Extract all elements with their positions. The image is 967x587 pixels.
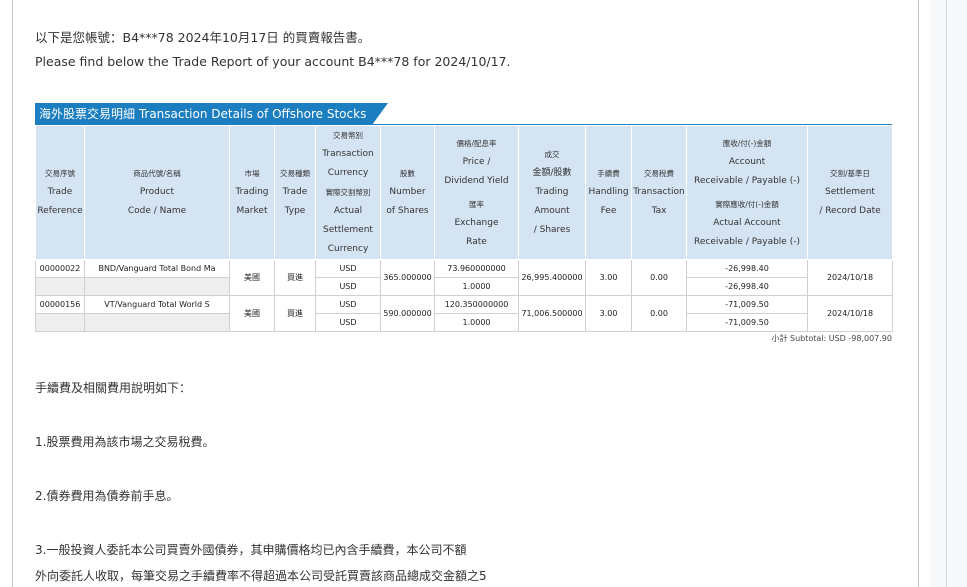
cell-type: 買進 bbox=[274, 259, 316, 296]
header-settlement: 交割/基準日 Settlement / Record Date bbox=[807, 125, 893, 260]
header-trade-ref: 交易序號 Trade Reference bbox=[35, 125, 85, 260]
cell-date: 2024/10/18 bbox=[807, 295, 893, 332]
cell-empty bbox=[35, 277, 85, 296]
header-market: 市場 Trading Market bbox=[229, 125, 275, 260]
cell-fx: 1.0000 bbox=[434, 313, 519, 332]
table-row: 00000156 VT/Vanguard Total World S 美國 買進… bbox=[35, 295, 893, 332]
header-receivable: 應收/付(-)金額 Account Receivable / Payable (… bbox=[686, 125, 808, 260]
cell-settle-currency: USD bbox=[315, 277, 381, 296]
intro-text-zh: 以下是您帳號：B4***78 2024年10月17日 的買賣報告書。 bbox=[35, 30, 371, 45]
left-border bbox=[12, 0, 13, 587]
cell-currency: USD bbox=[315, 259, 381, 278]
transaction-table: 交易序號 Trade Reference 商品代號/名稱 Product Cod… bbox=[35, 125, 893, 332]
cell-price: 120.350000000 bbox=[434, 295, 519, 314]
cell-receivable: -71,009.50 bbox=[686, 295, 808, 314]
cell-empty bbox=[35, 313, 85, 332]
note-3-line-2: 外向委託人收取，每筆交易之手續費率不得超過本公司受託買賣該商品總成交金額之5 bbox=[35, 569, 487, 583]
note-1: 1.股票費用為該市場之交易稅費。 bbox=[35, 435, 215, 449]
subtotal: 小計 Subtotal: USD -98,007.90 bbox=[771, 334, 892, 343]
right-border bbox=[918, 0, 919, 587]
cell-currency: USD bbox=[315, 295, 381, 314]
table-row-sub: USD 1.0000 -71,009.50 bbox=[35, 313, 893, 332]
scrollbar-track[interactable] bbox=[946, 0, 947, 587]
cell-amount: 26,995.400000 bbox=[518, 259, 586, 296]
notes-heading: 手續費及相關費用說明如下： bbox=[35, 381, 192, 395]
header-shares: 股數 Number of Shares bbox=[380, 125, 435, 260]
cell-shares: 590.000000 bbox=[380, 295, 435, 332]
cell-market: 美國 bbox=[229, 259, 275, 296]
cell-date: 2024/10/18 bbox=[807, 259, 893, 296]
cell-fee: 3.00 bbox=[585, 295, 632, 332]
cell-empty bbox=[84, 277, 230, 296]
cell-tax: 0.00 bbox=[631, 259, 687, 296]
note-3-line-1: 3.一般投資人委託本公司買賣外國債券，其申購價格均已內含手續費，本公司不額 bbox=[35, 543, 467, 557]
cell-ref: 00000022 bbox=[35, 259, 85, 278]
cell-empty bbox=[84, 313, 230, 332]
cell-product: VT/Vanguard Total World S bbox=[84, 295, 230, 314]
side-panel bbox=[930, 0, 967, 587]
header-trade-type: 交易種類 Trade Type bbox=[274, 125, 316, 260]
header-price: 價格/配息率 Price / Dividend Yield 匯率 Exchang… bbox=[434, 125, 519, 260]
cell-product: BND/Vanguard Total Bond Ma bbox=[84, 259, 230, 278]
header-tax: 交易稅費 Transaction Tax bbox=[631, 125, 687, 260]
cell-actual-receivable: -71,009.50 bbox=[686, 313, 808, 332]
cell-tax: 0.00 bbox=[631, 295, 687, 332]
table-row: 00000022 BND/Vanguard Total Bond Ma 美國 買… bbox=[35, 259, 893, 296]
note-2: 2.債券費用為債券前手息。 bbox=[35, 489, 179, 503]
cell-receivable: -26,998.40 bbox=[686, 259, 808, 278]
section-title-tab: 海外股票交易明細 Transaction Details of Offshore… bbox=[35, 103, 389, 125]
header-fee: 手續費 Handling Fee bbox=[585, 125, 632, 260]
cell-fx: 1.0000 bbox=[434, 277, 519, 296]
cell-amount: 71,006.500000 bbox=[518, 295, 586, 332]
cell-market: 美國 bbox=[229, 295, 275, 332]
cell-type: 買進 bbox=[274, 295, 316, 332]
cell-price: 73.960000000 bbox=[434, 259, 519, 278]
cell-actual-receivable: -26,998.40 bbox=[686, 277, 808, 296]
cell-ref: 00000156 bbox=[35, 295, 85, 314]
cell-settle-currency: USD bbox=[315, 313, 381, 332]
cell-fee: 3.00 bbox=[585, 259, 632, 296]
section-tab-corner bbox=[372, 103, 389, 125]
table-row-sub: USD 1.0000 -26,998.40 bbox=[35, 277, 893, 296]
table-header-row: 交易序號 Trade Reference 商品代號/名稱 Product Cod… bbox=[35, 125, 893, 260]
cell-shares: 365.000000 bbox=[380, 259, 435, 296]
header-amount: 成交 金額/股數 Trading Amount / Shares bbox=[518, 125, 586, 260]
intro-text-en: Please find below the Trade Report of yo… bbox=[35, 54, 511, 69]
header-product: 商品代號/名稱 Product Code / Name bbox=[84, 125, 230, 260]
section-title: 海外股票交易明細 Transaction Details of Offshore… bbox=[35, 103, 373, 125]
header-currency: 交易幣別 Transaction Currency 實際交割幣別 Actual … bbox=[315, 125, 381, 260]
